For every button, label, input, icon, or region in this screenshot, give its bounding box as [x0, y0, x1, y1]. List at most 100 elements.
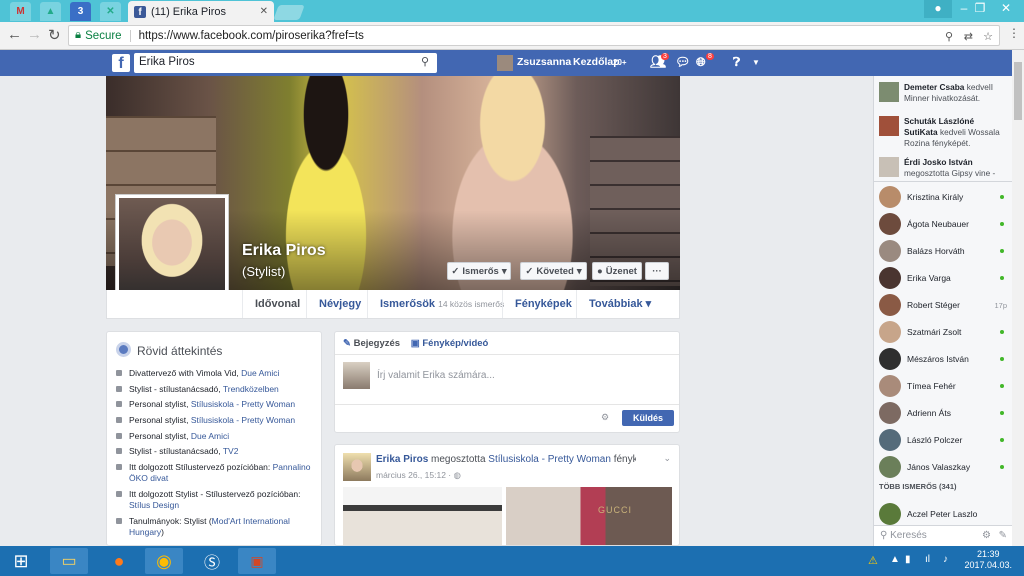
intro-item-link[interactable]: Stílusiskola - Pretty Woman [191, 415, 295, 425]
chat-friend-item[interactable]: Mészáros István [879, 348, 1009, 370]
intro-item-link[interactable]: Trendközelben [223, 384, 279, 394]
chat-friend-item[interactable]: János Valaszkay [879, 456, 1009, 478]
facebook-logo-icon[interactable]: f [112, 54, 130, 72]
network-icon[interactable]: ▮ [905, 554, 911, 565]
tab-photo-video[interactable]: Fénykép/videó [422, 338, 488, 349]
chat-avatar [879, 267, 901, 289]
new-tab-button[interactable] [273, 5, 305, 20]
lock-icon: 🔒︎ [75, 29, 82, 41]
close-window-button[interactable]: ✕ [992, 0, 1020, 18]
help-icon[interactable]: ❓︎ [733, 55, 740, 70]
chat-settings-icon[interactable]: ⚙ [982, 530, 991, 541]
ticker-item[interactable]: Demeter Csaba kedvelI Minner hivatkozásá… [879, 82, 1009, 104]
translate-icon[interactable]: ⇄ [964, 30, 973, 43]
active-browser-tab[interactable]: f (11) Erika Piros ✕ [128, 1, 274, 22]
maximize-button[interactable]: ❐ [966, 0, 994, 18]
file-explorer-icon[interactable]: ▭ [50, 548, 88, 574]
message-button[interactable]: ● Üzenet [592, 262, 642, 280]
page-scrollbar[interactable] [1012, 50, 1024, 546]
more-options-button[interactable]: ··· [645, 262, 669, 280]
post-photo-2[interactable]: GUCCI [506, 487, 672, 545]
chat-friend-item[interactable]: Erika Varga [879, 267, 1009, 289]
chrome-icon[interactable]: ◉ [145, 548, 183, 574]
chevron-down-icon: ▾ [645, 298, 652, 310]
send-button[interactable]: Küldés [622, 410, 674, 426]
tray-arrow-icon[interactable]: ▲ [890, 554, 900, 565]
user-name-link[interactable]: Zsuzsanna [517, 56, 571, 68]
post-page-link[interactable]: Stílusiskola - Pretty Woman [488, 454, 611, 465]
pinned-tab-4[interactable]: ✕ [100, 2, 121, 21]
close-tab-icon[interactable]: ✕ [260, 6, 268, 17]
tab-timeline[interactable]: Idővonal [242, 290, 312, 318]
user-avatar[interactable] [497, 55, 513, 71]
url-text[interactable]: https://www.facebook.com/piroserika?fref… [139, 30, 364, 42]
system-clock[interactable]: 21:39 2017.04.03. [964, 549, 1012, 571]
following-button-label: Követed [536, 265, 574, 277]
settings-gear-icon[interactable]: ⚙ [601, 412, 609, 423]
intro-item-text: Stylist - stílustanácsadó, TV2 [129, 446, 238, 457]
notifications-icon[interactable]: 🌐︎ [696, 55, 706, 70]
chat-friend-item[interactable]: Aczel Peter Laszlo [879, 503, 1009, 525]
volume-icon[interactable]: ♪ [943, 554, 948, 565]
online-status-dot [1000, 249, 1004, 253]
search-icon[interactable]: ⚲ [421, 55, 429, 68]
ticker-item[interactable]: Schuták Lászlóné SutiKata kedveli Wossal… [879, 116, 1009, 149]
gmail-pinned-tab[interactable]: M [10, 2, 31, 21]
back-icon[interactable]: ← [7, 26, 22, 43]
intro-item-link[interactable]: Stílusiskola - Pretty Woman [191, 399, 295, 409]
menu-icon[interactable]: ⋮ [1008, 26, 1020, 40]
friends-button[interactable]: ✓ Ismerős ▾ [447, 262, 511, 280]
chat-friend-item[interactable]: Szatmári Zsolt [879, 321, 1009, 343]
zoom-icon[interactable]: ⚲ [945, 30, 953, 43]
intro-item-link[interactable]: Due Amici [241, 368, 279, 378]
chat-friend-item[interactable]: Balázs Horváth [879, 240, 1009, 262]
composer-input[interactable]: Írj valamit Erika számára... [377, 370, 495, 381]
scrollbar-thumb[interactable] [1014, 62, 1022, 120]
post-options-icon[interactable]: ⌄ [663, 453, 671, 464]
chat-friend-name: Balázs Horváth [907, 246, 965, 256]
ticker-item[interactable]: Érdi Josko István megosztotta Gipsy vine… [879, 157, 1009, 179]
user-profile-icon[interactable]: ● [924, 0, 952, 18]
chat-friend-item[interactable]: Tímea Fehér [879, 375, 1009, 397]
forward-icon[interactable]: → [27, 26, 42, 43]
intro-item: Itt dolgozott Stílustervező pozícióban: … [115, 462, 313, 484]
chat-compose-icon[interactable]: ✎ [999, 530, 1007, 541]
skype-icon[interactable]: Ⓢ [193, 548, 231, 574]
post-author-link[interactable]: Erika Piros [376, 454, 428, 465]
intro-item-link[interactable]: TV2 [223, 446, 239, 456]
chat-friend-item[interactable]: Robert Stéger 17p [879, 294, 1009, 316]
bookmark-star-icon[interactable]: ☆ [983, 30, 993, 43]
post-photo-brand: GUCCI [598, 505, 632, 515]
tab-post[interactable]: Bejegyzés [354, 338, 400, 349]
intro-item-link[interactable]: Due Amici [191, 431, 229, 441]
post-date[interactable]: március 26., 15:12 · ◍ [376, 470, 461, 481]
warning-icon[interactable]: ⚠ [868, 554, 878, 567]
post-photo-1[interactable] [343, 487, 502, 545]
chat-search-input[interactable]: ⚲ Keresés ⚙ ✎ [874, 525, 1013, 546]
address-bar[interactable]: 🔒︎ Secure https://www.facebook.com/piros… [68, 25, 1000, 46]
divider [335, 354, 679, 355]
tab-photos[interactable]: Fényképek [502, 290, 584, 318]
pinned-tab-3[interactable]: 3 [70, 2, 91, 21]
tab-more[interactable]: Továbbiak ▾ [576, 290, 663, 318]
wifi-icon[interactable]: ıl [925, 554, 930, 565]
tab-friends[interactable]: Ismerősök 14 közös ismerős [367, 290, 516, 318]
chat-friend-item[interactable]: Ágota Neubauer [879, 213, 1009, 235]
chat-friend-item[interactable]: László Polczer [879, 429, 1009, 451]
following-button[interactable]: ✓ Követed ▾ [520, 262, 587, 280]
messenger-icon[interactable]: 💬︎ [675, 55, 690, 69]
online-status-dot [1000, 357, 1004, 361]
post-author-avatar[interactable] [343, 453, 371, 481]
chat-friend-item[interactable]: Krisztina Király [879, 186, 1009, 208]
chat-friend-item[interactable]: Adrienn Áts [879, 402, 1009, 424]
tab-about[interactable]: Névjegy [306, 290, 373, 318]
facebook-search-input[interactable]: Erika Piros ⚲ [134, 53, 437, 73]
chat-avatar [879, 186, 901, 208]
drive-pinned-tab[interactable]: ▲ [40, 2, 61, 21]
firefox-icon[interactable]: ● [100, 548, 138, 574]
reload-icon[interactable]: ↻ [48, 26, 61, 44]
powerpoint-icon[interactable]: ▣ [238, 548, 276, 574]
account-menu-icon[interactable]: ▼ [752, 58, 760, 67]
windows-start-icon[interactable]: ⊞ [2, 548, 40, 574]
intro-item-link[interactable]: Stílus Design [129, 500, 179, 510]
